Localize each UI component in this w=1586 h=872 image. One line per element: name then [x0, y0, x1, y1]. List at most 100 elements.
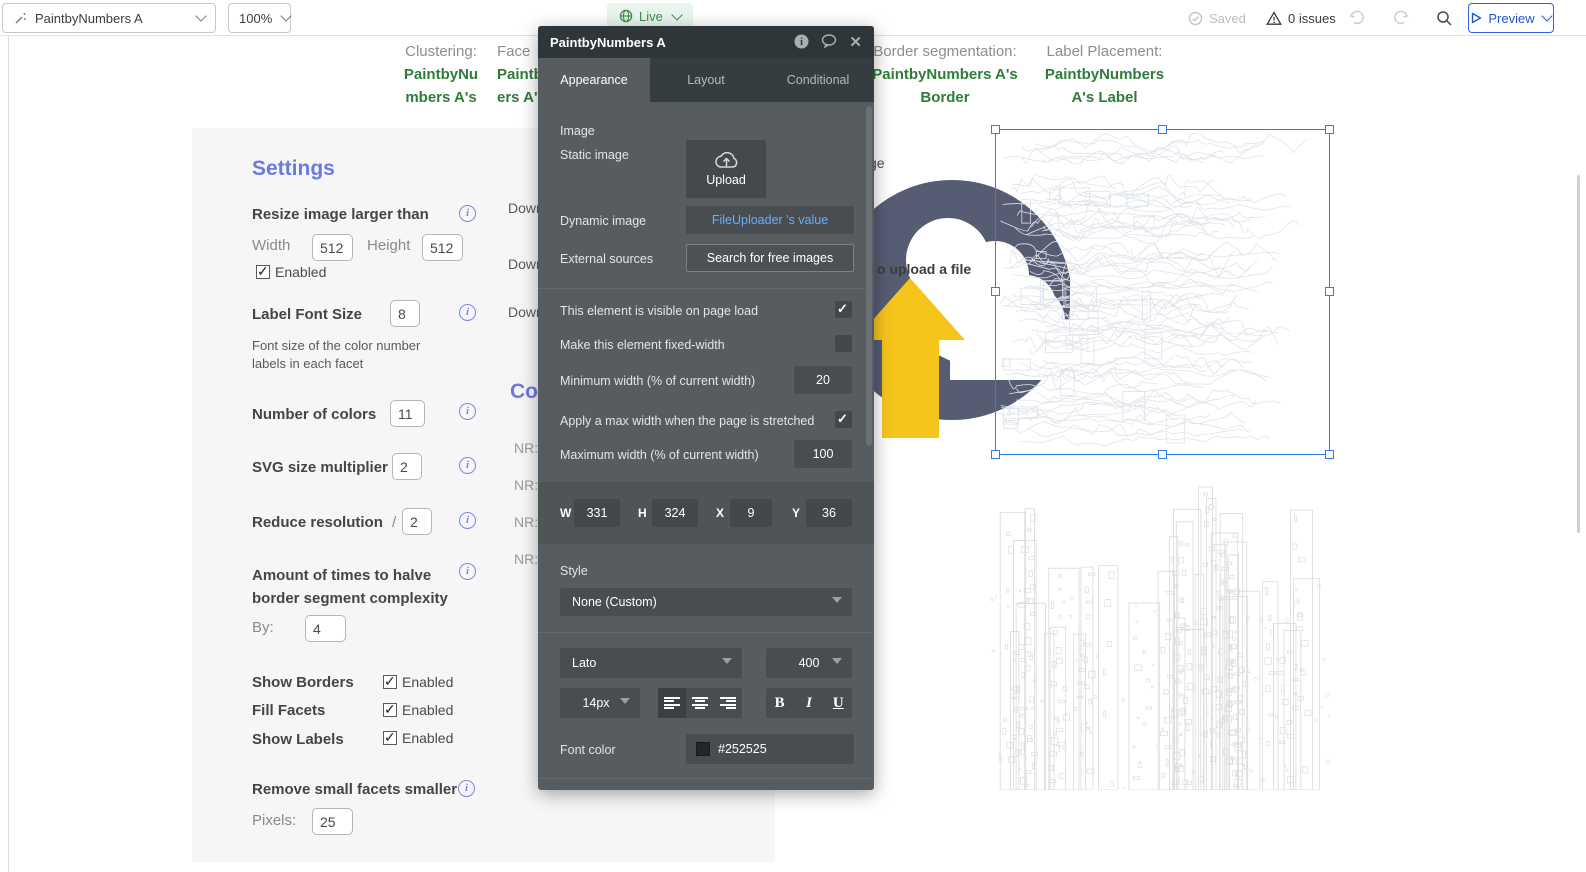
resize-handle-n[interactable] — [1158, 125, 1167, 134]
visible-on-load-label: This element is visible on page load — [560, 304, 758, 318]
font-size-value: 14px — [582, 696, 609, 710]
height-input[interactable] — [422, 234, 463, 261]
element-selector-label: PaintbyNumbers A — [35, 11, 187, 26]
underline-button[interactable]: U — [825, 695, 852, 712]
h-input[interactable]: 324 — [652, 499, 698, 527]
chevron-down-icon — [281, 10, 292, 21]
chevron-down-icon — [722, 658, 732, 664]
live-label: Live — [639, 9, 663, 24]
resize-handle-ne[interactable] — [1325, 125, 1334, 134]
search-icon[interactable] — [1436, 10, 1453, 27]
style-dropdown-value: None (Custom) — [572, 595, 657, 609]
info-icon[interactable]: i — [794, 34, 809, 51]
resize-handle-w[interactable] — [991, 287, 1000, 296]
label-font-size-input[interactable] — [390, 300, 420, 327]
min-width-input[interactable]: 20 — [794, 366, 852, 394]
max-width-apply-label: Apply a max width when the page is stret… — [560, 414, 814, 428]
comment-icon[interactable] — [821, 34, 837, 50]
info-icon[interactable]: i — [459, 304, 476, 321]
property-editor-header[interactable]: PaintbyNumbers A i ✕ — [538, 26, 874, 58]
italic-button[interactable]: I — [795, 695, 822, 712]
max-width-apply-checkbox[interactable] — [835, 411, 852, 428]
resize-handle-sw[interactable] — [991, 450, 1000, 459]
tab-appearance[interactable]: Appearance — [538, 58, 650, 102]
panel-scrollbar[interactable] — [866, 106, 872, 446]
svg-multiplier-input[interactable] — [392, 453, 422, 480]
w-input[interactable]: 331 — [574, 499, 620, 527]
resize-label: Resize image larger than — [252, 206, 429, 223]
play-icon — [1471, 12, 1482, 24]
preview-button[interactable]: Preview — [1468, 3, 1554, 33]
font-size-dropdown[interactable]: 14px — [560, 688, 640, 718]
font-weight-dropdown[interactable]: 400 — [766, 648, 852, 678]
info-icon[interactable]: i — [459, 457, 476, 474]
align-center-button[interactable] — [686, 688, 714, 718]
width-input[interactable] — [312, 234, 353, 261]
by-input[interactable] — [305, 615, 346, 642]
chevron-down-icon — [195, 10, 206, 21]
zoom-dropdown[interactable]: 100% — [228, 3, 291, 33]
align-left-button[interactable] — [658, 688, 686, 718]
element-type-icon — [13, 11, 28, 26]
close-icon[interactable]: ✕ — [849, 35, 862, 50]
y-input[interactable]: 36 — [806, 499, 852, 527]
visible-on-load-checkbox[interactable] — [835, 301, 852, 318]
max-width-input[interactable]: 100 — [794, 440, 852, 468]
halve-complexity-label: border segment complexity — [252, 587, 448, 610]
chevron-down-icon — [832, 597, 842, 603]
settings-title: Settings — [252, 157, 335, 181]
zoom-level: 100% — [239, 11, 272, 26]
header-value: PaintbyNu — [385, 63, 497, 86]
align-right-button[interactable] — [714, 688, 742, 718]
checkbox-check-icon — [383, 731, 397, 745]
x-label: X — [716, 506, 724, 520]
style-dropdown[interactable]: None (Custom) — [560, 588, 852, 616]
font-color-picker[interactable]: #252525 — [686, 734, 854, 764]
resize-handle-s[interactable] — [1158, 450, 1167, 459]
number-of-colors-input[interactable] — [390, 400, 425, 427]
issues-indicator[interactable]: 0 issues — [1266, 11, 1336, 26]
upload-button[interactable]: Upload — [686, 140, 766, 198]
header-border-segmentation: Border segmentation: PaintbyNumbers A's … — [860, 40, 1030, 109]
h-label: H — [638, 506, 647, 520]
redo-icon[interactable] — [1392, 9, 1410, 27]
saved-check-icon — [1188, 11, 1203, 26]
info-icon[interactable]: i — [459, 403, 476, 420]
image-section-heading: Image — [560, 124, 595, 138]
info-icon[interactable]: i — [459, 563, 476, 580]
info-icon[interactable]: i — [459, 205, 476, 222]
dynamic-image-expression[interactable]: FileUploader 's value — [686, 206, 854, 234]
fixed-width-label: Make this element fixed-width — [560, 338, 725, 352]
pixels-label: Pixels: — [252, 812, 296, 829]
fixed-width-checkbox[interactable] — [835, 335, 852, 352]
header-label: Clustering: — [385, 40, 497, 63]
info-icon[interactable]: i — [459, 512, 476, 529]
tab-conditional[interactable]: Conditional — [762, 58, 874, 102]
resize-handle-se[interactable] — [1325, 450, 1334, 459]
main-scrollbar[interactable] — [1577, 175, 1580, 533]
tab-layout[interactable]: Layout — [650, 58, 762, 102]
font-family-dropdown[interactable]: Lato — [560, 648, 742, 678]
resize-enabled-checkbox[interactable]: Enabled — [256, 264, 326, 280]
show-labels-checkbox[interactable]: Enabled — [383, 730, 453, 746]
element-selector-dropdown[interactable]: PaintbyNumbers A — [2, 3, 216, 33]
by-label: By: — [252, 619, 274, 636]
show-borders-checkbox[interactable]: Enabled — [383, 674, 453, 690]
resize-handle-nw[interactable] — [991, 125, 1000, 134]
element-selection-outline[interactable] — [995, 129, 1330, 455]
x-input[interactable]: 9 — [730, 499, 772, 527]
resize-handle-e[interactable] — [1325, 287, 1334, 296]
number-of-colors-label: Number of colors — [252, 406, 376, 423]
skyline-preview-image[interactable] — [990, 465, 1330, 790]
saved-label: Saved — [1209, 11, 1246, 26]
info-icon[interactable]: i — [458, 780, 475, 797]
font-color-label: Font color — [560, 743, 616, 757]
reduce-resolution-input[interactable] — [402, 508, 432, 535]
font-family-value: Lato — [572, 656, 596, 670]
undo-icon[interactable] — [1348, 9, 1366, 27]
search-free-images-button[interactable]: Search for free images — [686, 244, 854, 272]
pixels-input[interactable] — [312, 808, 353, 835]
bold-button[interactable]: B — [766, 695, 793, 712]
dynamic-image-label: Dynamic image — [560, 214, 646, 228]
fill-facets-checkbox[interactable]: Enabled — [383, 702, 453, 718]
